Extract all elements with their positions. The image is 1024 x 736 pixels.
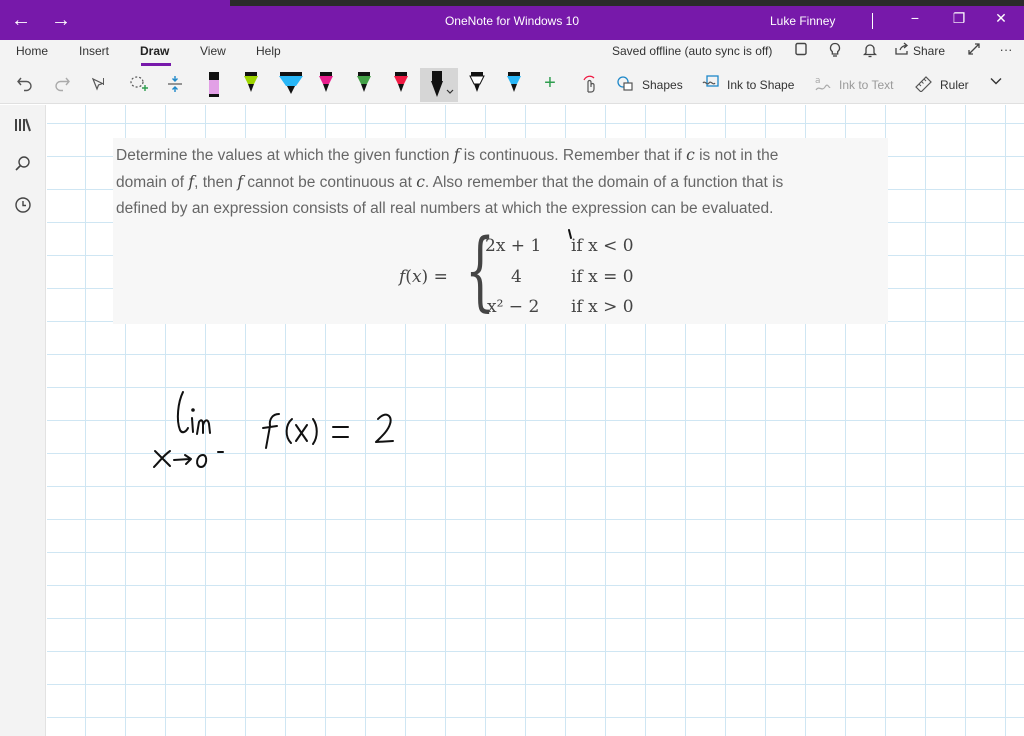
- lightbulb-icon[interactable]: [825, 42, 845, 61]
- pen-magenta-icon[interactable]: [315, 70, 337, 100]
- piecewise-formula: f(x) = { 2x + 1 if x < 0 4 if x = 0 x² −…: [113, 138, 888, 324]
- svg-text:a: a: [815, 76, 821, 86]
- ink-to-text-button[interactable]: Ink to Text: [839, 78, 893, 92]
- tab-view[interactable]: View: [200, 44, 226, 58]
- formula-lhs: f(x) =: [399, 267, 448, 287]
- expand-icon[interactable]: [964, 42, 984, 59]
- problem-image[interactable]: Determine the values at which the given …: [113, 138, 888, 324]
- pen-black-icon[interactable]: [466, 70, 488, 100]
- notebooks-icon[interactable]: [12, 117, 34, 138]
- chevron-down-icon[interactable]: [984, 74, 1008, 93]
- case-3-condition: if x > 0: [571, 297, 634, 317]
- pen-lime-icon[interactable]: [240, 70, 262, 100]
- minimize-icon[interactable]: −: [903, 10, 927, 26]
- ruler-icon[interactable]: [912, 74, 936, 97]
- top-strip: [230, 0, 1024, 6]
- paren-equals: ) =: [421, 267, 448, 287]
- paren: (: [405, 267, 412, 287]
- tab-draw[interactable]: Draw: [140, 44, 169, 58]
- type-select-icon[interactable]: I: [89, 74, 113, 97]
- highlighter-pink-icon[interactable]: [203, 70, 225, 100]
- user-name[interactable]: Luke Finney: [770, 14, 835, 28]
- case-2-condition: if x = 0: [571, 267, 634, 287]
- case-1-condition: if x < 0: [571, 236, 634, 256]
- notebook-icon[interactable]: [791, 42, 811, 59]
- draw-toolbar: I + Shapes Ink to Shape a Ink to Text Ru…: [0, 68, 1024, 104]
- share-button[interactable]: Share: [913, 44, 945, 58]
- ink-to-shape-icon[interactable]: [699, 74, 723, 97]
- tab-insert[interactable]: Insert: [79, 44, 109, 58]
- left-sidebar: [0, 105, 46, 736]
- lasso-select-icon[interactable]: [127, 74, 151, 99]
- case-3-expression: x² − 2: [487, 297, 540, 317]
- pen-cyan-icon[interactable]: [503, 70, 525, 100]
- sync-status: Saved offline (auto sync is off): [612, 44, 773, 58]
- ink-to-text-icon[interactable]: a: [811, 74, 835, 97]
- pen-red-icon[interactable]: [390, 70, 412, 100]
- share-icon[interactable]: [892, 42, 912, 59]
- recent-clock-icon[interactable]: [12, 196, 34, 219]
- shapes-icon[interactable]: [614, 74, 638, 97]
- tab-help[interactable]: Help: [256, 44, 281, 58]
- menu-bar: Home Insert Draw View Help Saved offline…: [0, 40, 1024, 68]
- svg-text:I: I: [102, 77, 105, 88]
- active-tab-indicator: [141, 63, 171, 66]
- ruler-button[interactable]: Ruler: [940, 78, 969, 92]
- pen-green-icon[interactable]: [353, 70, 375, 100]
- restore-icon[interactable]: ❐: [947, 10, 971, 27]
- add-space-icon[interactable]: [163, 74, 187, 99]
- add-pen-icon[interactable]: +: [538, 72, 562, 95]
- close-icon[interactable]: ✕: [989, 10, 1013, 27]
- bell-icon[interactable]: [860, 42, 880, 61]
- math-x: x: [411, 267, 422, 287]
- title-bar: ← → OneNote for Windows 10 Luke Finney −…: [0, 0, 1024, 40]
- window-title: OneNote for Windows 10: [444, 14, 580, 28]
- pen-black-selected-icon[interactable]: [420, 68, 458, 102]
- redo-icon[interactable]: [50, 74, 74, 97]
- ink-to-shape-button[interactable]: Ink to Shape: [727, 78, 794, 92]
- more-options-icon[interactable]: ···: [996, 42, 1016, 57]
- case-2-expression: 4: [511, 267, 522, 287]
- title-separator: [872, 13, 873, 29]
- case-1-expression: 2x + 1: [485, 236, 542, 256]
- highlighter-blue-icon[interactable]: [277, 70, 305, 100]
- search-icon[interactable]: [12, 155, 34, 178]
- tab-home[interactable]: Home: [16, 44, 48, 58]
- touch-draw-icon[interactable]: [578, 74, 602, 99]
- shapes-button[interactable]: Shapes: [642, 78, 683, 92]
- undo-icon[interactable]: [13, 74, 37, 97]
